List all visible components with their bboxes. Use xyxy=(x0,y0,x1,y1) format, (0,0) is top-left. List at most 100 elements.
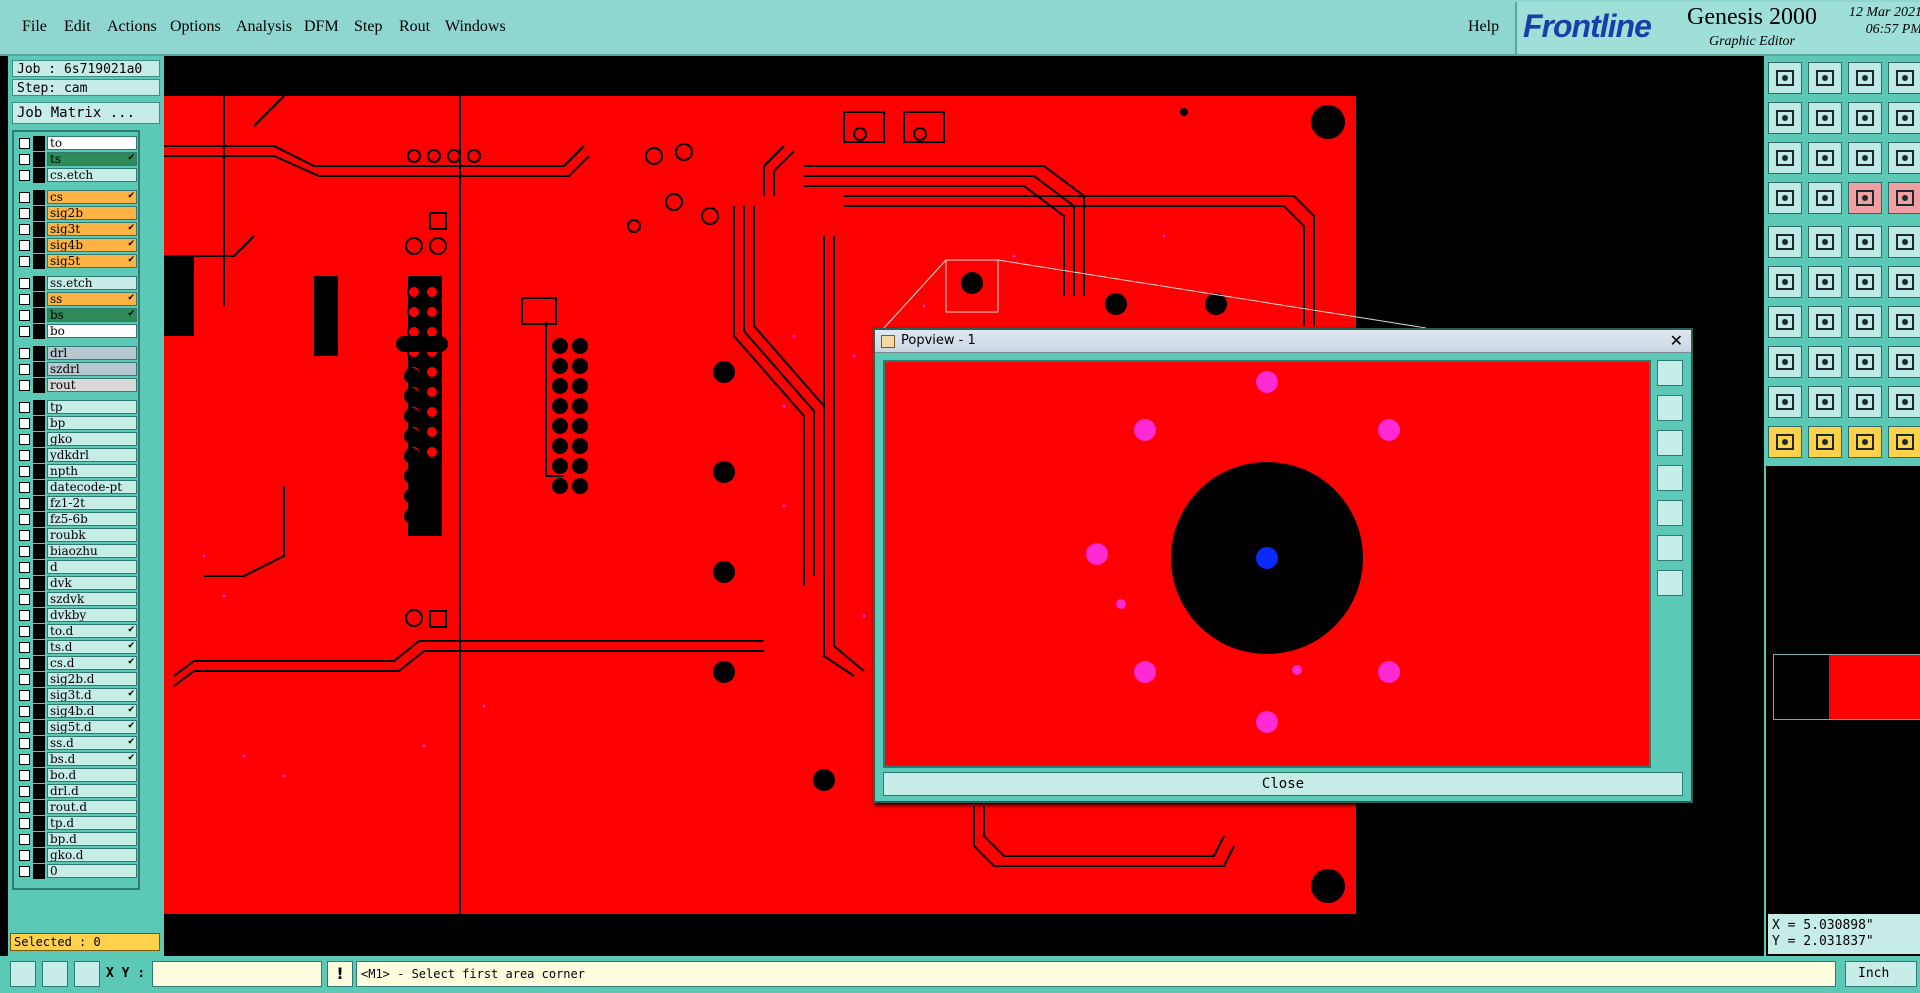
layer-row[interactable]: ss ✔ xyxy=(17,292,137,307)
layers-icon[interactable] xyxy=(1888,62,1920,94)
layer-name[interactable]: ts.d xyxy=(47,640,137,654)
line-icon[interactable] xyxy=(1768,306,1802,338)
layer-checkbox[interactable] xyxy=(19,786,30,797)
zoom-home-icon[interactable] xyxy=(1657,535,1683,561)
layer-row[interactable]: tp.d xyxy=(17,816,137,831)
layer-row[interactable]: sig3t ✔ xyxy=(17,222,137,237)
xy-input[interactable] xyxy=(152,961,322,987)
zoom-back-icon[interactable] xyxy=(1848,102,1882,134)
menu-file[interactable]: File xyxy=(22,18,47,36)
zoom-in-icon[interactable] xyxy=(1657,395,1683,421)
exclaim-button[interactable]: ! xyxy=(327,961,353,987)
layer-name[interactable]: datecode-pt xyxy=(47,480,137,494)
layer-row[interactable]: biaozhu xyxy=(17,544,137,559)
layer-checkbox[interactable] xyxy=(19,326,30,337)
layer-checkbox[interactable] xyxy=(19,208,30,219)
pointer-icon[interactable] xyxy=(1768,426,1802,458)
layer-checkbox[interactable] xyxy=(19,530,30,541)
layer-row[interactable]: ts ✔ xyxy=(17,152,137,167)
popview-canvas[interactable] xyxy=(883,360,1651,768)
layer-name[interactable]: sig2b xyxy=(47,206,137,220)
layer-row[interactable]: rout.d xyxy=(17,800,137,815)
layer-row[interactable]: szdvk xyxy=(17,592,137,607)
layer-checkbox[interactable] xyxy=(19,546,30,557)
layer-name[interactable]: fz5-6b xyxy=(47,512,137,526)
layer-checkbox[interactable] xyxy=(19,466,30,477)
probe-icon[interactable] xyxy=(1808,182,1842,214)
layer-row[interactable]: gko xyxy=(17,432,137,447)
layer-name[interactable]: rout.d xyxy=(47,800,137,814)
layer-checkbox[interactable] xyxy=(19,818,30,829)
tri2-icon[interactable] xyxy=(1808,386,1842,418)
layer-row[interactable]: d xyxy=(17,560,137,575)
layer-row[interactable]: to xyxy=(17,136,137,151)
layer-name[interactable]: tp.d xyxy=(47,816,137,830)
layer-row[interactable]: cs ✔ xyxy=(17,190,137,205)
layer-name[interactable]: d xyxy=(47,560,137,574)
copy-icon[interactable] xyxy=(1848,346,1882,378)
layer-checkbox[interactable] xyxy=(19,380,30,391)
layer-name[interactable]: cs.etch xyxy=(47,168,137,182)
layer-name[interactable]: bo xyxy=(47,324,137,338)
layer-row[interactable]: roubk xyxy=(17,528,137,543)
layer-name[interactable]: bp.d xyxy=(47,832,137,846)
help-icon[interactable] xyxy=(1888,142,1920,174)
layer-name[interactable]: bp xyxy=(47,416,137,430)
layer-row[interactable]: fz1-2t xyxy=(17,496,137,511)
graphic-canvas[interactable]: Popview - 1 ✕ Close xyxy=(164,56,1764,956)
open-icon[interactable] xyxy=(1768,62,1802,94)
layer-row[interactable]: dvk xyxy=(17,576,137,591)
delete-icon[interactable] xyxy=(1808,266,1842,298)
layer-checkbox[interactable] xyxy=(19,348,30,359)
layer-name[interactable]: npth xyxy=(47,464,137,478)
layer-checkbox[interactable] xyxy=(19,418,30,429)
layer-row[interactable]: drl.d xyxy=(17,784,137,799)
layer-name[interactable]: dvkby xyxy=(47,608,137,622)
layer-name[interactable]: 0 xyxy=(47,864,137,878)
layer-row[interactable]: ss.etch xyxy=(17,276,137,291)
layer-checkbox[interactable] xyxy=(19,154,30,165)
layer-name[interactable]: szdvk xyxy=(47,592,137,606)
layer-name[interactable]: cs xyxy=(47,190,137,204)
layer-checkbox[interactable] xyxy=(19,770,30,781)
layer-checkbox[interactable] xyxy=(19,610,30,621)
layer-row[interactable]: bs ✔ xyxy=(17,308,137,323)
layer-checkbox[interactable] xyxy=(19,658,30,669)
layer-row[interactable]: rout xyxy=(17,378,137,393)
layer-name[interactable]: sig4b xyxy=(47,238,137,252)
layer-row[interactable]: npth xyxy=(17,464,137,479)
layer-row[interactable]: bs.d ✔ xyxy=(17,752,137,767)
layer-name[interactable]: roubk xyxy=(47,528,137,542)
layer-name[interactable]: ss.d xyxy=(47,736,137,750)
layer-checkbox[interactable] xyxy=(19,450,30,461)
draw-icon[interactable] xyxy=(1808,226,1842,258)
layer-name[interactable]: sig3t xyxy=(47,222,137,236)
layer-checkbox[interactable] xyxy=(19,170,30,181)
layer-checkbox[interactable] xyxy=(19,834,30,845)
units-selector[interactable]: Inch xyxy=(1845,961,1917,987)
move-icon[interactable] xyxy=(1808,346,1842,378)
menu-edit[interactable]: Edit xyxy=(64,18,91,36)
measure-icon[interactable] xyxy=(10,961,36,987)
tri-icon[interactable] xyxy=(1768,386,1802,418)
layer-checkbox[interactable] xyxy=(19,402,30,413)
layer-row[interactable]: bp xyxy=(17,416,137,431)
pointer4-icon[interactable] xyxy=(1888,426,1920,458)
layer-checkbox[interactable] xyxy=(19,240,30,251)
layer-checkbox[interactable] xyxy=(19,514,30,525)
layer-row[interactable]: bo xyxy=(17,324,137,339)
menu-analysis[interactable]: Analysis xyxy=(236,18,292,36)
layer-name[interactable]: bs xyxy=(47,308,137,322)
layer-name[interactable]: bo.d xyxy=(47,768,137,782)
next-icon[interactable] xyxy=(1808,102,1842,134)
layer-checkbox[interactable] xyxy=(19,364,30,375)
close-icon[interactable]: ✕ xyxy=(1670,330,1683,352)
layer-checkbox[interactable] xyxy=(19,626,30,637)
layer-row[interactable]: drl xyxy=(17,346,137,361)
layer-row[interactable]: ts.d ✔ xyxy=(17,640,137,655)
layer-name[interactable]: rout xyxy=(47,378,137,392)
layer-row[interactable]: cs.d ✔ xyxy=(17,656,137,671)
layer-checkbox[interactable] xyxy=(19,562,30,573)
layer-row[interactable]: fz5-6b xyxy=(17,512,137,527)
layer-name[interactable]: sig5t xyxy=(47,254,137,268)
